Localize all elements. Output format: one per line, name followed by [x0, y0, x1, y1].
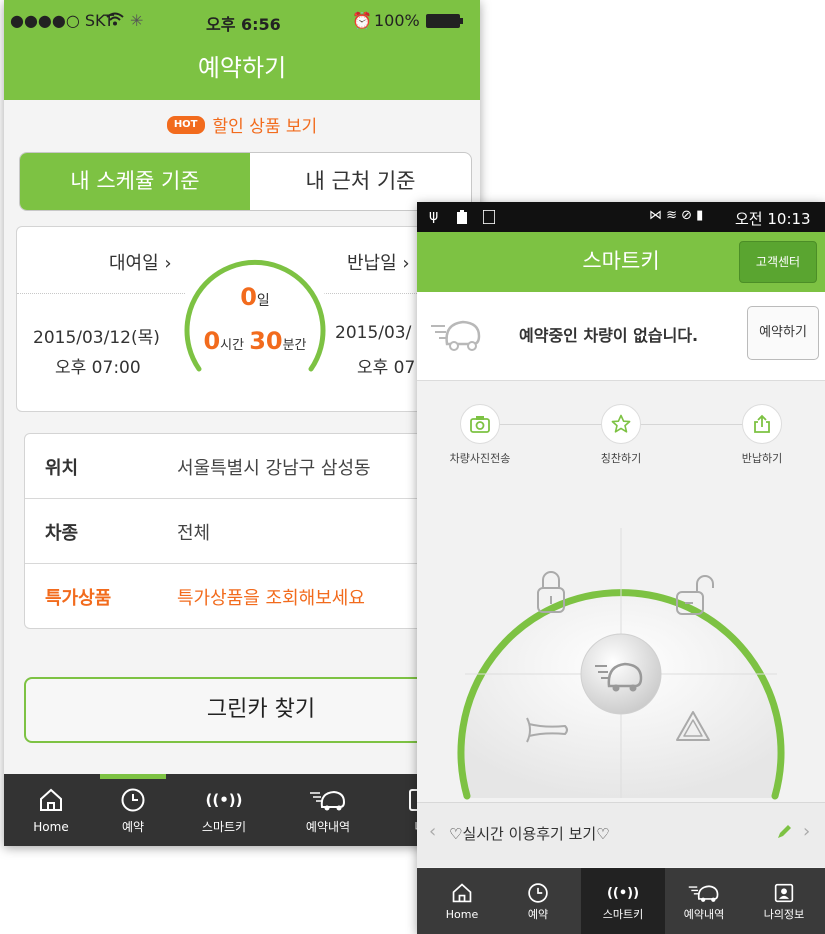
pickup-date: 2015/03/12(목) [33, 328, 160, 348]
clock-icon [93, 780, 173, 820]
location-row[interactable]: 위치 서울특별시 강남구 삼성동 [25, 434, 480, 499]
send-car-photo-label: 차량사진전송 [449, 452, 511, 465]
android-smartkey-screen: ψ ⋈ ≋ ⊘ ▮ 오전 10:13 스마트키 고객센터 예약중인 차량이 없습… [417, 202, 825, 934]
discount-link-label: 할인 상품 보기 [212, 117, 318, 137]
reservation-status-bar: 예약중인 차량이 없습니다. 예약하기 [417, 292, 825, 381]
ios-reservation-screen: ●●●●○ SKT ✳ 오후 6:56 ⏰ 100% 예약하기 HOT 할인 상품… [4, 0, 480, 846]
prev-arrow-icon[interactable]: ‹ [429, 821, 436, 842]
review-banner[interactable]: ‹ ♡실시간 이용후기 보기♡ › [417, 802, 825, 867]
return-date-button[interactable]: 반납일 › [347, 249, 410, 275]
duration-hours-minutes: 0시간 30분간 [203, 327, 307, 355]
send-car-photo-button[interactable]: 차량사진전송 [435, 404, 525, 466]
loading-icon: ✳ [130, 11, 144, 30]
home-icon [427, 878, 497, 908]
pickup-date-button[interactable]: 대여일 › [109, 249, 172, 275]
praise-button[interactable]: 칭찬하기 [576, 404, 666, 466]
pickup-time: 오후 07:00 [55, 358, 141, 378]
find-greencar-button[interactable]: 그린카 찾기 [24, 677, 480, 743]
profile-icon [749, 878, 819, 908]
review-link: ♡실시간 이용후기 보기♡ [449, 825, 610, 843]
car-icon [669, 878, 739, 908]
location-value: 서울특별시 강남구 삼성동 [177, 458, 371, 479]
signal-icon: ((•)) [606, 885, 640, 901]
hot-badge: HOT [166, 116, 205, 134]
home-icon [11, 780, 91, 820]
tab-smartkey[interactable]: ((•)) 스마트키 [588, 878, 658, 922]
bottom-tab-bar: Home 예약 ((•)) 스마트키 예약내역 나 [4, 774, 480, 846]
smartkey-control-pad [457, 528, 785, 800]
tab-history-label: 예약내역 [683, 908, 725, 921]
tab-reservation-label: 예약 [121, 820, 145, 834]
action-row: 차량사진전송 칭찬하기 반납하기 [417, 382, 825, 472]
duration-dial: 0일 0시간 30분간 [177, 251, 333, 407]
tab-history[interactable]: 예약내역 [288, 780, 368, 834]
carrier-label: ●●●●○ SKT [10, 11, 115, 30]
tab-reservation-label: 예약 [527, 908, 549, 921]
signal-icon: ((•)) [205, 791, 243, 809]
tab-my-schedule[interactable]: 내 스케쥴 기준 [20, 153, 250, 210]
center-car-button[interactable] [580, 633, 662, 715]
tab-reservation[interactable]: 예약 [503, 878, 573, 921]
special-offer-value: 특가상품을 조회해보세요 [177, 588, 365, 609]
no-reservation-message: 예약중인 차량이 없습니다. [519, 326, 699, 345]
customer-center-button[interactable]: 고객센터 [739, 241, 817, 283]
tab-myinfo[interactable]: 나의정보 [749, 878, 819, 921]
battery-percent: 100% [374, 11, 420, 30]
rental-period-card: 대여일 › 반납일 › 2015/03/12(목) 오후 07:00 2015/… [16, 226, 480, 412]
status-bar: ψ ⋈ ≋ ⊘ ▮ 오전 10:13 [417, 202, 825, 232]
active-tab-indicator [100, 774, 166, 779]
next-arrow-icon[interactable]: › [803, 821, 810, 842]
alarm-icon: ⏰ [352, 11, 372, 30]
wifi-icon [106, 11, 124, 30]
tab-reservation[interactable]: 예약 [93, 780, 173, 834]
tab-home[interactable]: Home [427, 878, 497, 921]
return-label: 반납하기 [741, 452, 783, 465]
tab-smartkey[interactable]: ((•)) 스마트키 [184, 780, 264, 834]
duration-days: 0일 [240, 283, 270, 311]
tab-history[interactable]: 예약내역 [669, 878, 739, 921]
clock-icon [503, 878, 573, 908]
status-time: 오후 6:56 [206, 15, 281, 34]
special-offer-label: 특가상품 [45, 588, 112, 609]
share-icon [742, 404, 782, 444]
battery-small-icon [457, 210, 467, 228]
tab-myinfo-label: 나의정보 [763, 908, 805, 921]
bottom-tab-bar: Home 예약 ((•)) 스마트키 예약내역 나의정보 [417, 868, 825, 934]
tab-home-label: Home [33, 820, 69, 834]
location-label: 위치 [45, 458, 79, 479]
signal-status-icon: ⋈ ≋ ⊘ ▮ [649, 208, 704, 223]
filter-card: 위치 서울특별시 강남구 삼성동 차종 전체 특가상품 특가상품을 조회해보세요 [24, 433, 480, 629]
car-type-row[interactable]: 차종 전체 [25, 499, 480, 564]
star-icon [601, 404, 641, 444]
battery-icon [426, 13, 464, 32]
return-button[interactable]: 반납하기 [717, 404, 807, 466]
tab-history-label: 예약내역 [305, 820, 351, 834]
tab-home-label: Home [445, 908, 479, 921]
special-offer-row[interactable]: 특가상품 특가상품을 조회해보세요 [25, 564, 480, 628]
page-title: 예약하기 [4, 40, 480, 100]
tab-home[interactable]: Home [11, 780, 91, 834]
title-bar: 스마트키 고객센터 [417, 232, 825, 292]
car-outline-icon [429, 314, 487, 358]
car-icon [288, 780, 368, 820]
return-time: 오후 07 [357, 358, 416, 378]
usb-icon: ψ [429, 208, 439, 224]
car-type-value: 전체 [177, 523, 211, 544]
camera-icon [460, 404, 500, 444]
car-type-label: 차종 [45, 523, 79, 544]
tab-smartkey-label: 스마트키 [201, 820, 247, 834]
sim-icon [482, 209, 496, 228]
status-time: 오전 10:13 [735, 210, 811, 228]
discount-link[interactable]: HOT 할인 상품 보기 [4, 104, 480, 150]
status-bar: ●●●●○ SKT ✳ 오후 6:56 ⏰ 100% [4, 0, 480, 40]
reserve-button[interactable]: 예약하기 [747, 306, 819, 360]
criteria-segment: 내 스케쥴 기준 내 근처 기준 [19, 152, 472, 211]
pencil-icon [775, 823, 793, 845]
tab-smartkey-label: 스마트키 [602, 908, 644, 921]
praise-label: 칭찬하기 [600, 452, 642, 465]
return-date: 2015/03/ [335, 323, 412, 343]
